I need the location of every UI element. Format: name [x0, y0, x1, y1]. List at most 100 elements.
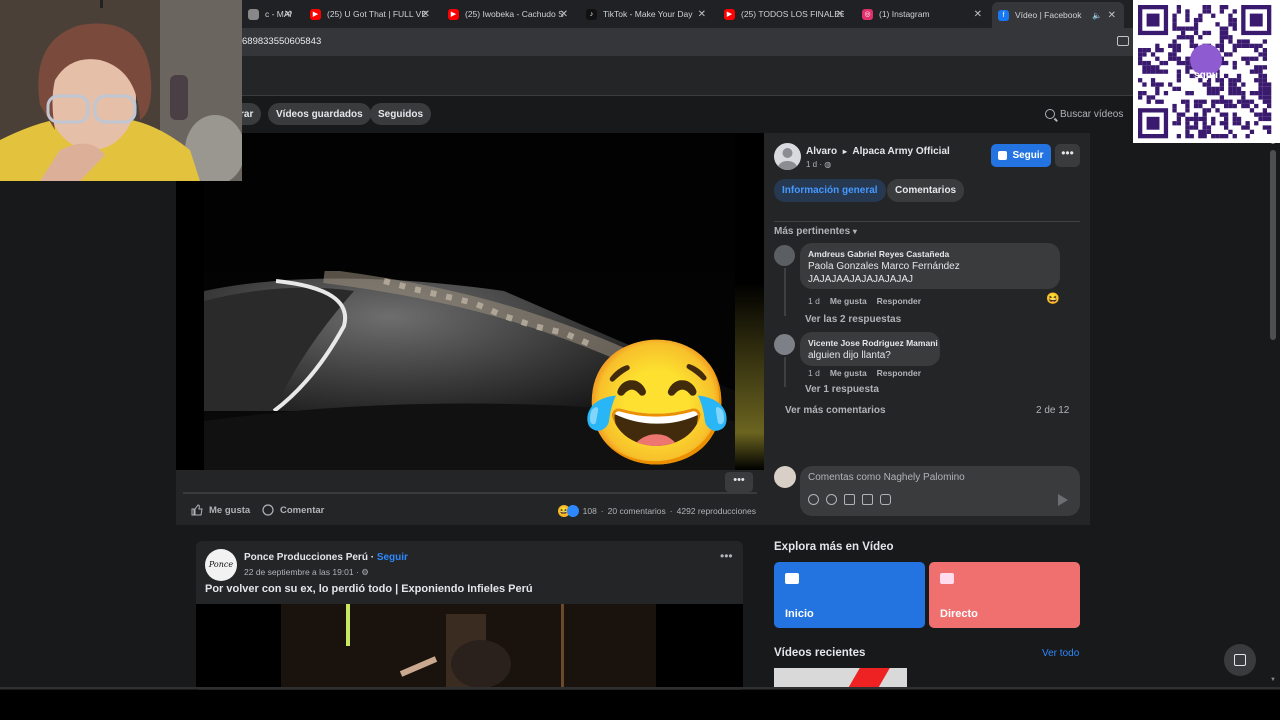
post-time[interactable]: 1 d	[806, 160, 817, 169]
saved-videos-button[interactable]: Vídeos guardados	[268, 103, 371, 125]
comment-reply[interactable]: Responder	[877, 296, 921, 306]
author-name[interactable]: Alvaro	[806, 146, 837, 157]
comment-time[interactable]: 1 d	[808, 368, 820, 378]
comment-sort-label: Más pertinentes	[774, 226, 851, 237]
comments-count[interactable]: 20 comentarios	[608, 506, 666, 516]
live-camera-icon	[940, 573, 954, 584]
explore-home-tile[interactable]: Inicio	[774, 562, 925, 628]
post-more-button[interactable]: •••	[720, 549, 733, 563]
comment-like[interactable]: Me gusta	[830, 368, 867, 378]
generic-favicon-icon	[248, 8, 259, 20]
close-tab-icon[interactable]: ✕	[698, 9, 706, 20]
comment-input-placeholder: Comentas como Naghely Palomino	[808, 472, 965, 483]
sticker-icon[interactable]	[880, 494, 891, 505]
commenter-name[interactable]: Amdreus Gabriel Reyes Castañeda	[808, 249, 949, 259]
post-video-player[interactable]	[196, 604, 743, 688]
panel-more-button[interactable]: •••	[1055, 144, 1080, 167]
settings-icon: ⚙	[361, 567, 369, 577]
post-time-line: 1 d · ◍	[806, 160, 832, 169]
browser-tab[interactable]: ◎ (1) Instagram ✕	[856, 3, 982, 25]
search-videos-input[interactable]: Buscar vídeos	[1037, 102, 1129, 126]
url-text[interactable]: 689833550605843	[242, 36, 321, 47]
close-tab-icon[interactable]: ✕	[1108, 10, 1116, 21]
compose-icon	[1234, 654, 1246, 666]
more-comments-link[interactable]: Ver más comentarios	[785, 405, 886, 416]
video-more-button[interactable]: •••	[725, 472, 753, 492]
like-button[interactable]: Me gusta	[191, 504, 250, 516]
follow-button[interactable]: Seguir	[991, 144, 1051, 167]
comment-button[interactable]: Comentar	[262, 504, 324, 516]
search-icon	[1045, 109, 1055, 119]
close-tab-icon[interactable]: ✕	[284, 9, 292, 20]
send-icon[interactable]	[1058, 494, 1068, 506]
post-author-name[interactable]: Ponce Producciones Perú	[244, 552, 368, 563]
commenter-avatar[interactable]	[774, 334, 795, 355]
view-replies-link[interactable]: Ver 1 respuesta	[805, 384, 879, 395]
comment-time[interactable]: 1 d	[808, 296, 820, 306]
comment-like[interactable]: Me gusta	[830, 296, 867, 306]
browser-tab[interactable]: ▶ (25) TODOS LOS FINALES ✕	[718, 3, 844, 25]
view-replies-link[interactable]: Ver las 2 respuestas	[805, 314, 901, 325]
speaker-icon[interactable]: 🔈	[1092, 11, 1102, 20]
saved-videos-label: Vídeos guardados	[276, 108, 363, 120]
thread-line	[784, 357, 786, 387]
comment-sort-dropdown[interactable]: Más pertinentes ▾	[774, 226, 857, 237]
camera-icon[interactable]	[844, 494, 855, 505]
tab-comments[interactable]: Comentarios	[887, 179, 965, 202]
commenter-avatar[interactable]	[774, 245, 795, 266]
close-tab-icon[interactable]: ✕	[974, 9, 982, 20]
close-tab-icon[interactable]: ✕	[560, 9, 568, 20]
cast-icon[interactable]	[1117, 36, 1129, 46]
post-follow-link[interactable]: Seguir	[377, 552, 408, 563]
new-message-button[interactable]	[1224, 644, 1256, 676]
browser-tab-title: TikTok - Make Your Day	[603, 9, 693, 19]
scroll-down-icon[interactable]: ▼	[1270, 677, 1276, 683]
tiktok-favicon-icon: ♪	[586, 8, 597, 20]
close-tab-icon[interactable]: ✕	[836, 9, 844, 20]
comment-meta: 1 d Me gusta Responder	[808, 368, 921, 378]
my-avatar[interactable]	[774, 466, 796, 488]
reaction-count[interactable]: 108	[583, 506, 597, 516]
tab-general-info[interactable]: Información general	[774, 179, 886, 202]
thread-line	[784, 268, 786, 316]
close-tab-icon[interactable]: ✕	[422, 9, 430, 20]
explore-live-tile[interactable]: Directo	[929, 562, 1080, 628]
page-bottom-edge	[0, 687, 1280, 689]
comment-reply[interactable]: Responder	[877, 368, 921, 378]
browser-tab[interactable]: ♪ TikTok - Make Your Day ✕	[580, 3, 706, 25]
thumbnail-arrow	[848, 668, 890, 688]
emoji-icon[interactable]	[826, 494, 837, 505]
following-button[interactable]: Seguidos	[370, 103, 432, 125]
post-author-line[interactable]: Alvaro ▸ Alpaca Army Official	[806, 146, 950, 157]
composer-tools	[808, 494, 891, 505]
recent-video-thumbnail[interactable]	[774, 668, 907, 688]
browser-tab[interactable]: f Vídeo | Facebook 🔈 ✕	[992, 2, 1124, 28]
comment-meta: 1 d Me gusta Responder	[808, 296, 921, 306]
browser-tab[interactable]: c - MAMA✕	[242, 3, 292, 25]
follow-label: Seguir	[1012, 150, 1044, 161]
comment-reaction-icon[interactable]: 😆	[1046, 292, 1060, 305]
browser-tab[interactable]: ▶ (25) Iwobeka - Cachudo S ✕	[442, 3, 568, 25]
see-all-link[interactable]: Ver todo	[1042, 648, 1079, 659]
post-date[interactable]: 22 de septiembre a las 19:01	[244, 567, 354, 577]
video-home-icon	[785, 573, 799, 584]
post-video-frame	[196, 604, 743, 688]
avatar-sticker-icon[interactable]	[808, 494, 819, 505]
commenter-name[interactable]: Vicente Jose Rodriguez Mamani	[808, 338, 938, 348]
video-progress-bar[interactable]	[183, 492, 757, 494]
browser-tab[interactable]: ▶ (25) U Got That | FULL VE ✕	[304, 3, 430, 25]
page-name[interactable]: Alpaca Army Official	[852, 146, 949, 157]
gif-icon[interactable]	[862, 494, 873, 505]
reaction-icons[interactable]: 😆	[557, 505, 579, 517]
like-reaction-icon	[566, 505, 579, 517]
webcam-overlay	[0, 0, 242, 181]
page-logo[interactable]: Ponce	[205, 549, 237, 581]
video-edge-light	[735, 283, 764, 470]
video-stats: 😆 108 · 20 comentarios · 4292 reproducci…	[557, 505, 756, 517]
comment-icon	[262, 504, 274, 516]
following-label: Seguidos	[378, 108, 424, 120]
scrollbar-thumb[interactable]	[1270, 150, 1276, 340]
post-date-line: 22 de septiembre a las 19:01 · ⚙	[244, 567, 369, 577]
recent-videos-title: Vídeos recientes	[774, 647, 866, 659]
author-avatar[interactable]	[774, 143, 801, 170]
